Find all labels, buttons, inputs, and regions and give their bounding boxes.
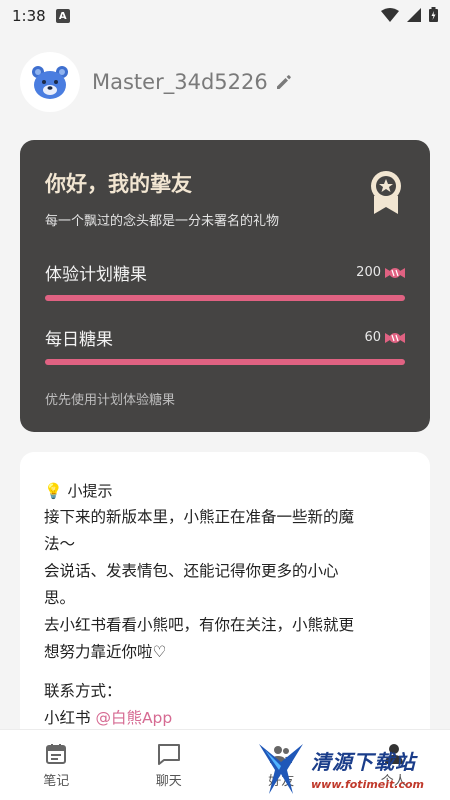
nav-label-chat: 聊天 — [155, 773, 182, 789]
edit-icon[interactable] — [274, 72, 294, 92]
contact-platform: 小红书 — [44, 709, 91, 727]
battery-icon — [429, 6, 438, 26]
lightbulb-icon: 💡 — [44, 482, 63, 500]
signal-icon — [407, 7, 421, 26]
tips-line: 思。 — [44, 589, 76, 607]
watermark-url: www.fotimeit.com — [311, 778, 425, 791]
status-bar: 1:38 A — [0, 0, 450, 32]
watermark-logo-icon — [259, 744, 303, 794]
candy-card: 你好，我的挚友 每一个飘过的念头都是一分未署名的礼物 体验计划糖果 200 每日… — [20, 140, 430, 432]
watermark: 清源下载站 www.fotimeit.com — [255, 738, 445, 798]
trial-candy-label: 体验计划糖果 — [45, 265, 147, 285]
nav-item-chat[interactable]: 聊天 — [113, 730, 226, 800]
daily-candy-bar — [45, 359, 405, 365]
contact-heading: 联系方式： — [44, 682, 122, 700]
candy-footnote: 优先使用计划体验糖果 — [45, 393, 176, 408]
status-time: 1:38 — [12, 7, 46, 25]
trial-candy-bar — [45, 295, 405, 301]
status-icons — [381, 6, 438, 26]
watermark-text: 清源下载站 — [311, 750, 416, 774]
calendar-icon — [46, 743, 67, 764]
tagline: 每一个飘过的念头都是一分未署名的礼物 — [45, 214, 280, 229]
candy-icon — [385, 266, 405, 280]
tips-line: 会说话、发表情包、还能记得你更多的小心 — [44, 562, 339, 580]
daily-candy-bar-fill — [45, 359, 405, 365]
tips-line: 去小红书看看小熊吧，有你在关注，小熊就更 — [44, 616, 355, 634]
wifi-icon — [381, 7, 399, 26]
trial-candy-bar-fill — [45, 295, 405, 301]
tips-card: 💡 小提示 接下来的新版本里，小熊正在准备一些新的魔 法～ 会说话、发表情包、还… — [20, 452, 430, 752]
daily-candy-label: 每日糖果 — [45, 330, 113, 350]
nav-item-notes[interactable]: 笔记 — [0, 730, 113, 800]
notification-icon: A — [55, 9, 70, 23]
tips-body: 接下来的新版本里，小熊正在准备一些新的魔 法～ 会说话、发表情包、还能记得你更多… — [44, 504, 406, 666]
bear-avatar-icon — [32, 66, 68, 99]
daily-candy-row: 每日糖果 60 — [45, 325, 405, 350]
badge-icon — [370, 170, 402, 218]
tips-title-row: 💡 小提示 — [44, 478, 406, 504]
tips-line: 接下来的新版本里，小熊正在准备一些新的魔 — [44, 508, 355, 526]
profile-header: Master_34d5226 — [20, 52, 294, 112]
daily-candy-value: 60 — [364, 330, 381, 345]
contact-handle-link[interactable]: @白熊App — [95, 709, 172, 727]
contact-line: 小红书 @白熊App — [44, 705, 406, 732]
tips-line: 想努力靠近你啦♡ — [44, 643, 167, 661]
tips-line: 法～ — [44, 535, 76, 553]
candy-icon — [385, 331, 405, 345]
chat-icon — [157, 743, 180, 765]
trial-candy-row: 体验计划糖果 200 — [45, 260, 405, 285]
avatar[interactable] — [20, 52, 80, 112]
greeting-title: 你好，我的挚友 — [45, 172, 192, 196]
tips-title: 小提示 — [67, 482, 113, 500]
contact-section: 联系方式： 小红书 @白熊App — [44, 678, 406, 732]
nav-label-notes: 笔记 — [43, 773, 70, 789]
trial-candy-value: 200 — [356, 265, 381, 280]
username: Master_34d5226 — [92, 70, 268, 94]
